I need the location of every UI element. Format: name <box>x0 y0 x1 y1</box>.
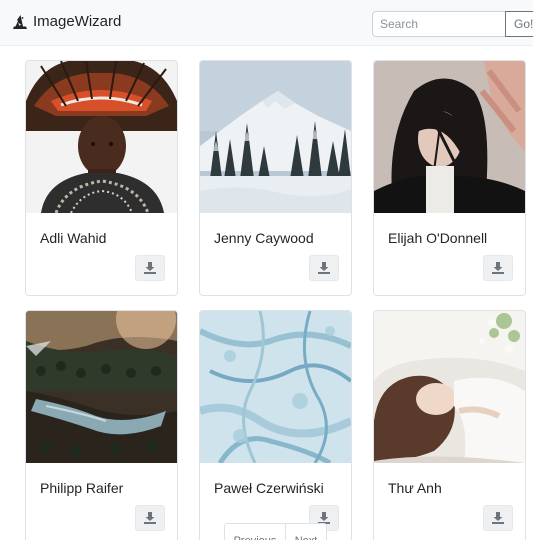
download-icon <box>144 262 156 274</box>
brand-link[interactable]: ImageWizard <box>11 12 121 32</box>
photographer-name: Elijah O'Donnell <box>388 230 488 246</box>
download-icon <box>492 512 504 524</box>
snowy-mountain-photo[interactable] <box>200 61 351 213</box>
photographer-name: Paweł Czerwiński <box>214 480 324 496</box>
forest-lake-aerial-photo[interactable] <box>26 311 177 463</box>
photographer-name: Thư Anh <box>388 480 442 496</box>
image-card: Thư Anh <box>373 310 526 540</box>
download-button[interactable] <box>483 505 513 531</box>
download-button[interactable] <box>483 255 513 281</box>
image-card: Elijah O'Donnell <box>373 60 526 296</box>
next-page-button[interactable]: Next <box>286 523 327 540</box>
woman-in-bed-photo[interactable] <box>374 311 525 463</box>
photographer-name: Philipp Raifer <box>40 480 124 496</box>
wizard-hat-icon <box>11 13 29 31</box>
photographer-name: Adli Wahid <box>40 230 107 246</box>
download-icon <box>144 512 156 524</box>
image-card: Adli Wahid <box>25 60 178 296</box>
top-navbar: ImageWizard Go! <box>0 0 533 46</box>
portrait-headdress-photo[interactable] <box>26 61 177 213</box>
blue-marble-texture-photo[interactable] <box>200 311 351 463</box>
pagination: Previous Next <box>224 523 327 540</box>
image-card: Jenny Caywood <box>199 60 352 296</box>
woman-windblown-hair-photo[interactable] <box>374 61 525 213</box>
image-card: Philipp Raifer <box>25 310 178 540</box>
download-button[interactable] <box>135 505 165 531</box>
brand-name: ImageWizard <box>33 13 122 30</box>
download-icon <box>318 262 330 274</box>
photographer-name: Jenny Caywood <box>214 230 314 246</box>
search-input[interactable] <box>372 11 506 37</box>
download-icon <box>492 262 504 274</box>
download-button[interactable] <box>309 255 339 281</box>
go-button[interactable]: Go! <box>505 11 533 37</box>
image-card: Paweł Czerwiński <box>199 310 352 540</box>
download-button[interactable] <box>135 255 165 281</box>
previous-page-button[interactable]: Previous <box>224 523 286 540</box>
